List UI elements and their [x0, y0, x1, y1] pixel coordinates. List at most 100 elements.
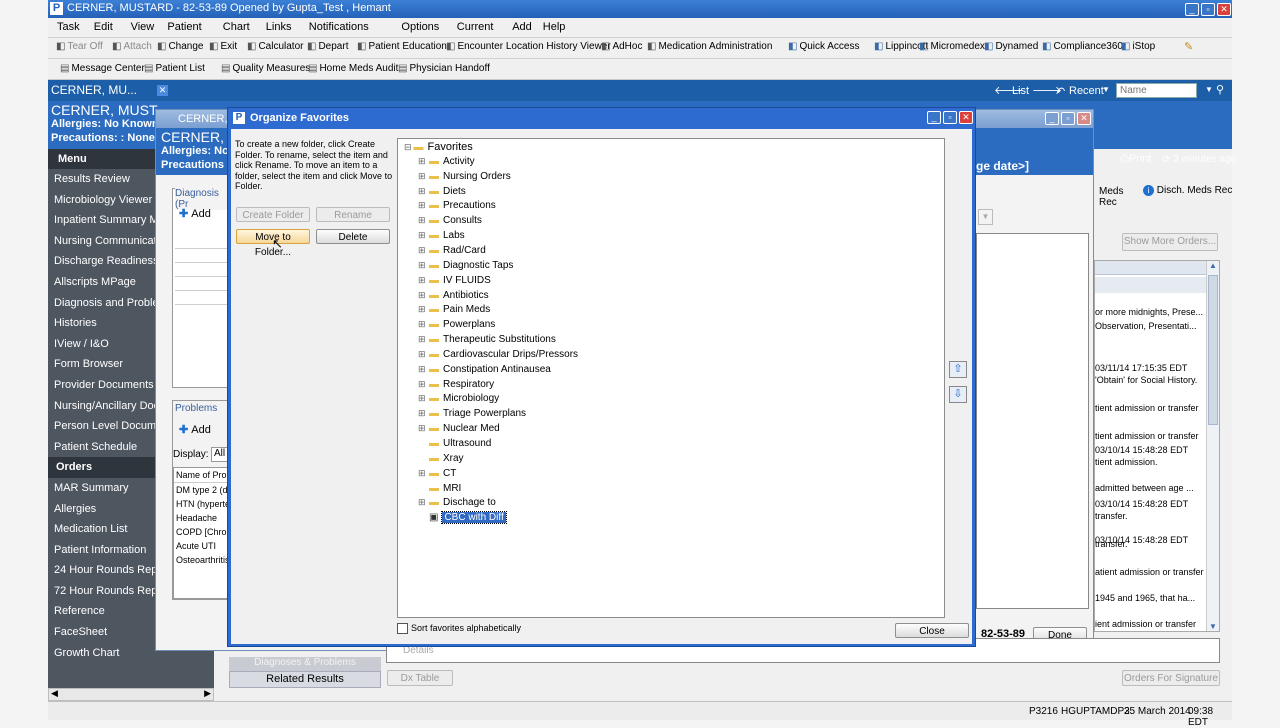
- menu-help[interactable]: Help: [543, 21, 566, 33]
- expand-icon[interactable]: ⊞: [418, 379, 429, 390]
- dialog-minimize-button[interactable]: _: [927, 111, 941, 124]
- tree-item-ct[interactable]: ⊞ ▬ CT: [418, 468, 456, 479]
- scroll-thumb[interactable]: [1208, 275, 1218, 425]
- tree-item-mri[interactable]: ▬ MRI: [418, 483, 461, 494]
- scroll-down-icon[interactable]: ▼: [1209, 622, 1217, 631]
- restore-button[interactable]: ▫: [1201, 3, 1215, 16]
- toolbar2-message-center-button[interactable]: ▤ Message Center: [60, 63, 145, 74]
- menu-patient[interactable]: Patient: [167, 21, 201, 33]
- toolbar-depart-button[interactable]: ◧ Depart: [307, 41, 348, 52]
- problem-row[interactable]: COPD [Chron: [174, 525, 230, 539]
- tree-item-respiratory[interactable]: ⊞ ▬ Respiratory: [418, 379, 494, 390]
- tree-item-cbc-with-diff[interactable]: ▣ CBC with Diff: [418, 511, 507, 525]
- show-more-orders-button[interactable]: Show More Orders...: [1122, 233, 1218, 251]
- toolbar-compliance360-button[interactable]: ◧ Compliance360: [1042, 41, 1123, 52]
- scroll-right-icon[interactable]: ▶: [204, 688, 211, 699]
- toolbar2-home-meds-audit-button[interactable]: ▤ Home Meds Audit: [308, 63, 398, 74]
- tree-item-antibiotics[interactable]: ⊞ ▬ Antibiotics: [418, 290, 489, 301]
- tree-item-cardiovascular-drips-pressors[interactable]: ⊞ ▬ Cardiovascular Drips/Pressors: [418, 349, 578, 360]
- toolbar-quick-access-button[interactable]: ◧ Quick Access: [788, 41, 859, 52]
- sort-checkbox[interactable]: [397, 623, 408, 634]
- tree-item-powerplans[interactable]: ⊞ ▬ Powerplans: [418, 319, 495, 330]
- expand-icon[interactable]: ⊞: [418, 230, 429, 241]
- close-app-button[interactable]: ✕: [1217, 3, 1231, 16]
- scroll-left-icon[interactable]: ◀: [51, 688, 58, 699]
- tree-item-xray[interactable]: ▬ Xray: [418, 453, 464, 464]
- close-button[interactable]: Close: [895, 623, 969, 638]
- dx-table-button[interactable]: Dx Table: [387, 670, 453, 686]
- diagnoses-problems-tab[interactable]: Diagnoses & Problems: [229, 657, 381, 671]
- scroll-up-icon[interactable]: ▲: [1209, 261, 1217, 270]
- related-results-tab[interactable]: Related Results: [229, 671, 381, 688]
- menu-links[interactable]: Links: [266, 21, 292, 33]
- menu-notifications[interactable]: Notifications: [309, 21, 369, 33]
- problem-row[interactable]: DM type 2 (di: [174, 483, 230, 497]
- menu-edit[interactable]: Edit: [94, 21, 113, 33]
- tree-item-nuclear-med[interactable]: ⊞ ▬ Nuclear Med: [418, 423, 500, 434]
- problem-row[interactable]: Headache: [174, 511, 230, 525]
- orders-for-signature-button[interactable]: Orders For Signature: [1122, 670, 1220, 686]
- tree-item-ultrasound[interactable]: ▬ Ultrasound: [418, 438, 491, 449]
- close-tab-icon[interactable]: ✕: [157, 85, 168, 96]
- expand-icon[interactable]: ⊞: [418, 171, 429, 182]
- toolbar-calculator-button[interactable]: ◧ Calculator: [247, 41, 303, 52]
- print-link[interactable]: ⎙Print: [1120, 153, 1151, 166]
- tree-item-constipation-antinausea[interactable]: ⊞ ▬ Constipation Antinausea: [418, 364, 551, 375]
- toolbar-adhoc-button[interactable]: ◧ AdHoc: [601, 41, 642, 52]
- collapse-icon[interactable]: ⊟: [404, 142, 412, 152]
- expand-icon[interactable]: ⊞: [418, 186, 429, 197]
- orders-minimize-button[interactable]: _: [1045, 112, 1059, 125]
- tree-item-pain-meds[interactable]: ⊞ ▬ Pain Meds: [418, 304, 490, 315]
- toolbar-patient-education-button[interactable]: ◧ Patient Education: [357, 41, 447, 52]
- expand-icon[interactable]: ⊞: [418, 408, 429, 419]
- tree-item-consults[interactable]: ⊞ ▬ Consults: [418, 215, 482, 226]
- search-dropdown-icon[interactable]: ▼: [1205, 85, 1213, 94]
- menu-options[interactable]: Options: [401, 21, 439, 33]
- tree-item-activity[interactable]: ⊞ ▬ Activity: [418, 156, 475, 167]
- orders-close-button[interactable]: ✕: [1077, 112, 1091, 125]
- expand-icon[interactable]: ⊞: [418, 319, 429, 330]
- toolbar-exit-button[interactable]: ◧ Exit: [209, 41, 237, 52]
- toolbar-attach-button[interactable]: ◧ Attach: [112, 41, 152, 52]
- toolbar-encounter-location-button[interactable]: ◧ Encounter Location History Viewer: [446, 41, 611, 52]
- dialog-close-button[interactable]: ✕: [959, 111, 973, 124]
- expand-icon[interactable]: ⊞: [418, 393, 429, 404]
- expand-icon[interactable]: ⊞: [418, 364, 429, 375]
- expand-icon[interactable]: ⊞: [418, 260, 429, 271]
- tree-item-labs[interactable]: ⊞ ▬ Labs: [418, 230, 465, 241]
- menu-chart[interactable]: Chart: [223, 21, 250, 33]
- recent-link[interactable]: Recent: [1069, 85, 1104, 97]
- tree-root-favorites[interactable]: ⊟ ▬ Favorites: [404, 141, 473, 153]
- expand-icon[interactable]: ⊞: [418, 304, 429, 315]
- orders-restore-button[interactable]: ▫: [1061, 112, 1075, 125]
- menu-task[interactable]: Task: [57, 21, 80, 33]
- toolbar-istop-button[interactable]: ◧ iStop: [1121, 41, 1155, 52]
- move-up-button[interactable]: ⇧: [949, 361, 967, 378]
- toolbar-dynamed-button[interactable]: ◧ Dynamed: [984, 41, 1038, 52]
- create-folder-button[interactable]: Create Folder: [236, 207, 310, 222]
- expand-icon[interactable]: ⊞: [418, 334, 429, 345]
- toolbar2-quality-measures-button[interactable]: ▤ Quality Measures: [221, 63, 310, 74]
- rename-button[interactable]: Rename: [316, 207, 390, 222]
- right-scrollbar[interactable]: ▲ ▼: [1206, 261, 1219, 631]
- tree-item-dischage-to[interactable]: ⊞ ▬ Dischage to: [418, 497, 496, 508]
- search-icon[interactable]: ⚲: [1216, 83, 1224, 96]
- problem-row[interactable]: HTN (hyperte: [174, 497, 230, 511]
- move-down-button[interactable]: ⇩: [949, 386, 967, 403]
- edit-pencil-icon[interactable]: ✎: [1184, 40, 1193, 53]
- menu-add[interactable]: Add: [512, 21, 532, 33]
- expand-icon[interactable]: ⊞: [418, 423, 429, 434]
- expand-icon[interactable]: ⊞: [418, 497, 429, 508]
- patient-name-search[interactable]: [1116, 83, 1197, 98]
- toolbar2-physician-handoff-button[interactable]: ▤ Physician Handoff: [398, 63, 490, 74]
- tree-item-triage-powerplans[interactable]: ⊞ ▬ Triage Powerplans: [418, 408, 526, 419]
- toolbar-change-button[interactable]: ◧ Change: [157, 41, 203, 52]
- expand-icon[interactable]: ⊞: [418, 245, 429, 256]
- add-problem-button[interactable]: ✚ Add: [179, 423, 211, 436]
- menu-current[interactable]: Current: [457, 21, 494, 33]
- expand-icon[interactable]: ⊞: [418, 275, 429, 286]
- patient-tab[interactable]: CERNER, MU...: [51, 83, 137, 97]
- add-diagnosis-button[interactable]: ✚ Add: [179, 207, 211, 220]
- tree-item-therapeutic-substitutions[interactable]: ⊞ ▬ Therapeutic Substitutions: [418, 334, 556, 345]
- tree-item-diets[interactable]: ⊞ ▬ Diets: [418, 186, 466, 197]
